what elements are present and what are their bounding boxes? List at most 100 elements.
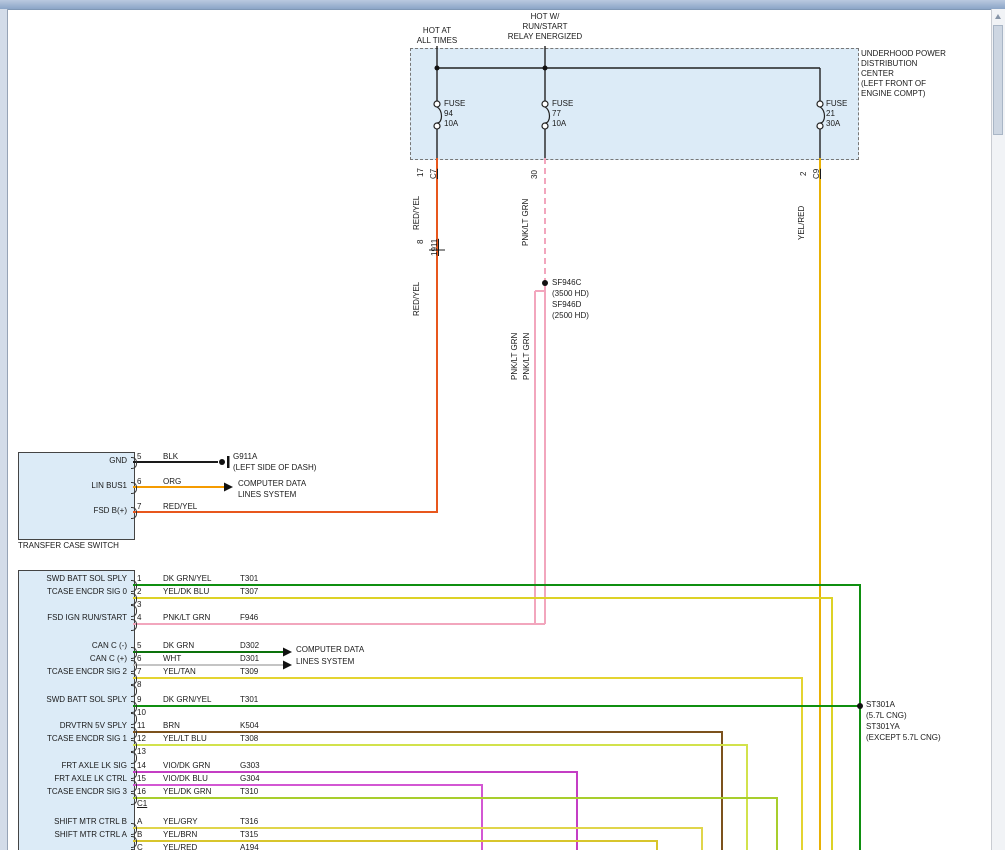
fuse-number: 77 (552, 109, 561, 119)
module-pin-number: A (137, 817, 142, 827)
module-pin-label: SHIFT MTR CTRL B (20, 817, 127, 827)
module-pin-number: 8 (137, 680, 141, 690)
module-pin-label: SHIFT MTR CTRL A (20, 830, 127, 840)
module-pin-number: 16 (137, 787, 146, 797)
module-wire-color: YEL/TAN (163, 667, 196, 677)
switch-pin-label: FSD B(+) (20, 506, 127, 516)
switch-wire-color: ORG (163, 477, 181, 487)
switch-pin-number: 6 (137, 477, 141, 487)
splice-id: ST301A (866, 700, 895, 710)
module-pin-number: 6 (137, 654, 141, 664)
module-pin-number: 5 (137, 641, 141, 651)
wire-pnk-lt-grn-solid (133, 283, 545, 624)
module-pin-number: 3 (137, 600, 141, 610)
wire-color-label: RED/YEL (412, 282, 421, 316)
ground-id: G911A (233, 452, 257, 462)
module-wire-color: WHT (163, 654, 181, 664)
module-wire-color: PNK/LT GRN (163, 613, 210, 623)
fuse-name: FUSE (826, 99, 847, 109)
window-titlebar[interactable] (0, 0, 1005, 10)
data-system-arrow-icon (283, 661, 292, 670)
switch-pin-label: LIN BUS1 (20, 481, 127, 491)
module-pin-label: SWD BATT SOL SPLY (20, 695, 127, 705)
wire-red-yel-feed (133, 158, 437, 512)
hot-label: ALL TIMES (392, 36, 482, 46)
ground-terminal-symbol (219, 459, 225, 465)
module-pin-label: FSD IGN RUN/START (20, 613, 127, 623)
fuse-rating: 10A (552, 119, 566, 129)
wire-yel-brn-pinB (133, 841, 657, 850)
module-pin-number: 1 (137, 574, 141, 584)
fuse77-bottom-terminal (542, 123, 548, 129)
fuse-name: FUSE (444, 99, 465, 109)
fuse94-element (437, 107, 442, 123)
switch-wire-color: RED/YEL (163, 502, 197, 512)
module-wire-color: VIO/DK GRN (163, 761, 210, 771)
splice-id: SF946C (552, 278, 581, 288)
module-circuit-number: K504 (240, 721, 259, 731)
scrollbar-thumb[interactable] (993, 25, 1003, 135)
wiring-diagram-page: HOT AT ALL TIMES HOT W/ RUN/START RELAY … (0, 0, 1005, 850)
fuse-number: 21 (826, 109, 835, 119)
module-pin-number: 15 (137, 774, 146, 784)
module-pin-number: 9 (137, 695, 141, 705)
switch-pin-number: 5 (137, 452, 141, 462)
wire-color-label: PNK/LT GRN (522, 333, 531, 380)
module-pin-label: CAN C (+) (20, 654, 127, 664)
vertical-scrollbar[interactable] (991, 9, 1005, 850)
module-circuit-number: D302 (240, 641, 259, 651)
splice-note: (EXCEPT 5.7L CNG) (866, 733, 941, 743)
inline-pin-number: 8 (416, 240, 425, 244)
hot-label: RELAY ENERGIZED (490, 32, 600, 42)
fuse77-element (545, 107, 550, 123)
pdc-connector-id: C7 (429, 169, 438, 179)
splice-id: ST301YA (866, 722, 900, 732)
wire-brn-pin11 (133, 732, 722, 850)
module-wire-color: YEL/LT BLU (163, 734, 207, 744)
fuse-rating: 10A (444, 119, 458, 129)
pdc-title: DISTRIBUTION (861, 59, 917, 69)
fuse94-top-terminal (434, 101, 440, 107)
module-pin-label: FRT AXLE LK CTRL (20, 774, 127, 784)
module-circuit-number: T309 (240, 667, 258, 677)
module-circuit-number: T316 (240, 817, 258, 827)
fuse77-top-terminal (542, 101, 548, 107)
wire-color-label: YEL/RED (797, 206, 806, 240)
data-system-arrow-icon (224, 483, 233, 492)
module-circuit-number: T315 (240, 830, 258, 840)
module-pin-label: TCASE ENCDR SIG 2 (20, 667, 127, 677)
module-pin-number: 13 (137, 747, 146, 757)
switch-title: TRANSFER CASE SWITCH (18, 541, 119, 551)
module-pin-number: C (137, 843, 143, 850)
module-pin-number: B (137, 830, 142, 840)
ground-location: (LEFT SIDE OF DASH) (233, 463, 316, 473)
module-wire-color: YEL/RED (163, 843, 197, 850)
module-wire-color: YEL/GRY (163, 817, 198, 827)
pdc-pin-number: 17 (416, 168, 425, 177)
module-pin-label: TCASE ENCDR SIG 3 (20, 787, 127, 797)
module-circuit-number: T301 (240, 574, 258, 584)
switch-pin-label: GND (20, 456, 127, 466)
fuse-name: FUSE (552, 99, 573, 109)
hot-label: HOT W/ (490, 12, 600, 22)
fuse21-top-terminal (817, 101, 823, 107)
module-pin-label: FRT AXLE LK SIG (20, 761, 127, 771)
module-circuit-number: T301 (240, 695, 258, 705)
module-pin-label: CAN C (-) (20, 641, 127, 651)
module-circuit-number: T308 (240, 734, 258, 744)
pdc-title: (LEFT FRONT OF (861, 79, 926, 89)
ground-bar-symbol (227, 456, 230, 468)
wire-yel-gry-pinA (133, 828, 702, 850)
data-system-label: COMPUTER DATA (296, 645, 364, 655)
pdc-pin-number: 2 (799, 172, 808, 176)
scrollbar-up-icon[interactable] (995, 14, 1001, 19)
module-pin-number: 12 (137, 734, 146, 744)
splice-note: (3500 HD) (552, 289, 589, 299)
fuse21-bottom-terminal (817, 123, 823, 129)
module-pin-label: SWD BATT SOL SPLY (20, 574, 127, 584)
switch-pin-number: 7 (137, 502, 141, 512)
fuse21-element (820, 107, 825, 123)
splice-st301-dot (857, 703, 863, 709)
module-circuit-number: D301 (240, 654, 259, 664)
wire-color-label: RED/YEL (412, 196, 421, 230)
